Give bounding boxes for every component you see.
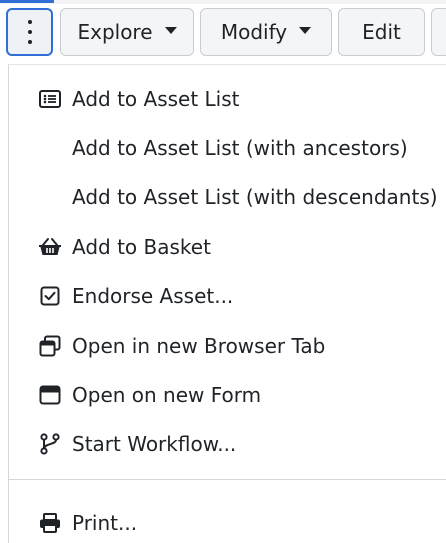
- menu-divider: [9, 479, 446, 480]
- basket-icon: [38, 236, 62, 258]
- menu-item-add-to-asset-list[interactable]: Add to Asset List: [9, 78, 446, 120]
- kebab-vertical-icon: [27, 20, 32, 44]
- menu-item-label: Add to Asset List (with descendants): [72, 185, 438, 209]
- modify-button[interactable]: Modify: [200, 8, 332, 56]
- menu-item-add-to-asset-list-ancestors[interactable]: Add to Asset List (with ancestors): [9, 127, 446, 169]
- workflow-branch-icon: [38, 433, 62, 455]
- explore-button-label: Explore: [77, 20, 153, 44]
- menu-item-start-workflow[interactable]: Start Workflow...: [9, 423, 446, 465]
- edit-button[interactable]: Edit: [338, 8, 425, 56]
- toolbar: Explore Modify Edit: [0, 0, 446, 64]
- caret-down-icon: [299, 26, 312, 34]
- explore-button[interactable]: Explore: [60, 8, 194, 56]
- menu-item-label: Endorse Asset...: [72, 284, 234, 308]
- menu-item-add-to-asset-list-descendants[interactable]: Add to Asset List (with descendants): [9, 176, 446, 218]
- menu-item-label: Add to Basket: [72, 235, 211, 259]
- more-actions-button[interactable]: [6, 8, 53, 56]
- menu-item-label: Add to Asset List: [72, 87, 240, 111]
- window-icon: [38, 384, 62, 406]
- printer-icon: [38, 512, 62, 534]
- modify-button-label: Modify: [220, 20, 288, 44]
- actions-dropdown-menu: Add to Asset List Add to Asset List (wit…: [8, 64, 446, 543]
- caret-down-icon: [164, 26, 177, 34]
- menu-item-label: Print...: [72, 511, 138, 535]
- menu-item-open-on-new-form[interactable]: Open on new Form: [9, 374, 446, 416]
- menu-item-open-in-new-browser-tab[interactable]: Open in new Browser Tab: [9, 325, 446, 367]
- menu-item-label: Open in new Browser Tab: [72, 334, 326, 358]
- new-tab-icon: [38, 335, 62, 357]
- menu-item-add-to-basket[interactable]: Add to Basket: [9, 226, 446, 268]
- checkbox-icon: [38, 285, 62, 307]
- menu-item-label: Add to Asset List (with ancestors): [72, 136, 408, 160]
- menu-item-label: Start Workflow...: [72, 432, 237, 456]
- page: Explore Modify Edit Add to Asset List Ad…: [0, 0, 446, 543]
- menu-item-endorse-asset[interactable]: Endorse Asset...: [9, 275, 446, 317]
- menu-item-print[interactable]: Print...: [9, 502, 446, 543]
- menu-item-label: Open on new Form: [72, 383, 262, 407]
- toolbar-overflow-button[interactable]: [431, 8, 446, 56]
- edit-button-label: Edit: [362, 20, 401, 44]
- list-icon: [38, 88, 62, 110]
